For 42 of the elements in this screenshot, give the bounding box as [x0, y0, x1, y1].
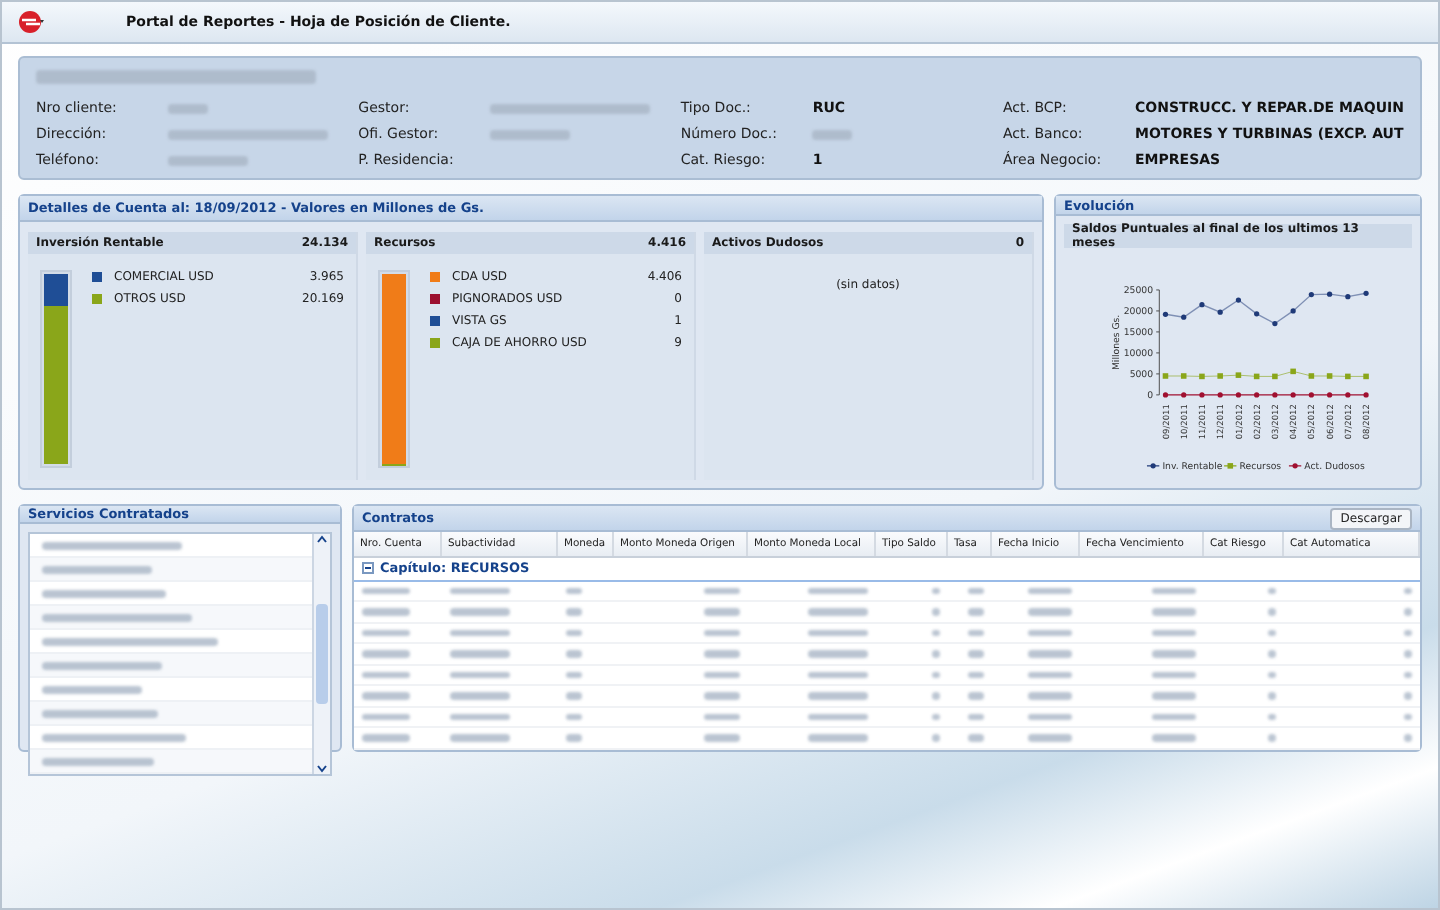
data-point [1217, 310, 1223, 316]
data-point [1327, 392, 1333, 399]
data-point [1326, 373, 1333, 380]
data-point [1235, 372, 1242, 379]
data-point [1217, 373, 1223, 380]
data-point [1363, 374, 1369, 380]
data-point [1235, 297, 1242, 304]
scroll-up-icon[interactable] [316, 534, 328, 544]
data-point [1199, 302, 1205, 308]
data-point [1308, 373, 1315, 380]
data-point [1162, 392, 1169, 399]
data-point [1290, 369, 1296, 375]
data-point [1327, 292, 1333, 298]
data-point [1162, 312, 1169, 318]
data-point [1272, 374, 1278, 380]
data-point [1272, 321, 1278, 327]
collapse-icon[interactable] [362, 562, 374, 575]
data-point [1162, 373, 1169, 380]
data-point [1308, 392, 1314, 399]
data-point [1308, 292, 1314, 298]
data-point [1235, 392, 1242, 399]
logo-icon [18, 10, 46, 34]
data-point [1290, 308, 1296, 315]
data-point [1181, 392, 1187, 399]
data-point [1199, 374, 1205, 380]
data-point [1253, 374, 1260, 380]
scroll-down-icon[interactable] [316, 764, 328, 774]
data-point [1363, 392, 1369, 399]
scrollbar[interactable] [312, 534, 330, 774]
data-point [1272, 392, 1278, 399]
data-point [1254, 392, 1260, 399]
data-point [1254, 311, 1260, 318]
data-point [1290, 392, 1296, 399]
data-point [1345, 374, 1351, 380]
data-point [1181, 315, 1187, 321]
data-point [1180, 373, 1187, 380]
data-point [1363, 291, 1369, 297]
data-point [1217, 392, 1223, 399]
data-point [1345, 294, 1351, 300]
data-point [1345, 392, 1351, 399]
y-axis [1155, 290, 1160, 396]
data-point [1199, 392, 1205, 399]
